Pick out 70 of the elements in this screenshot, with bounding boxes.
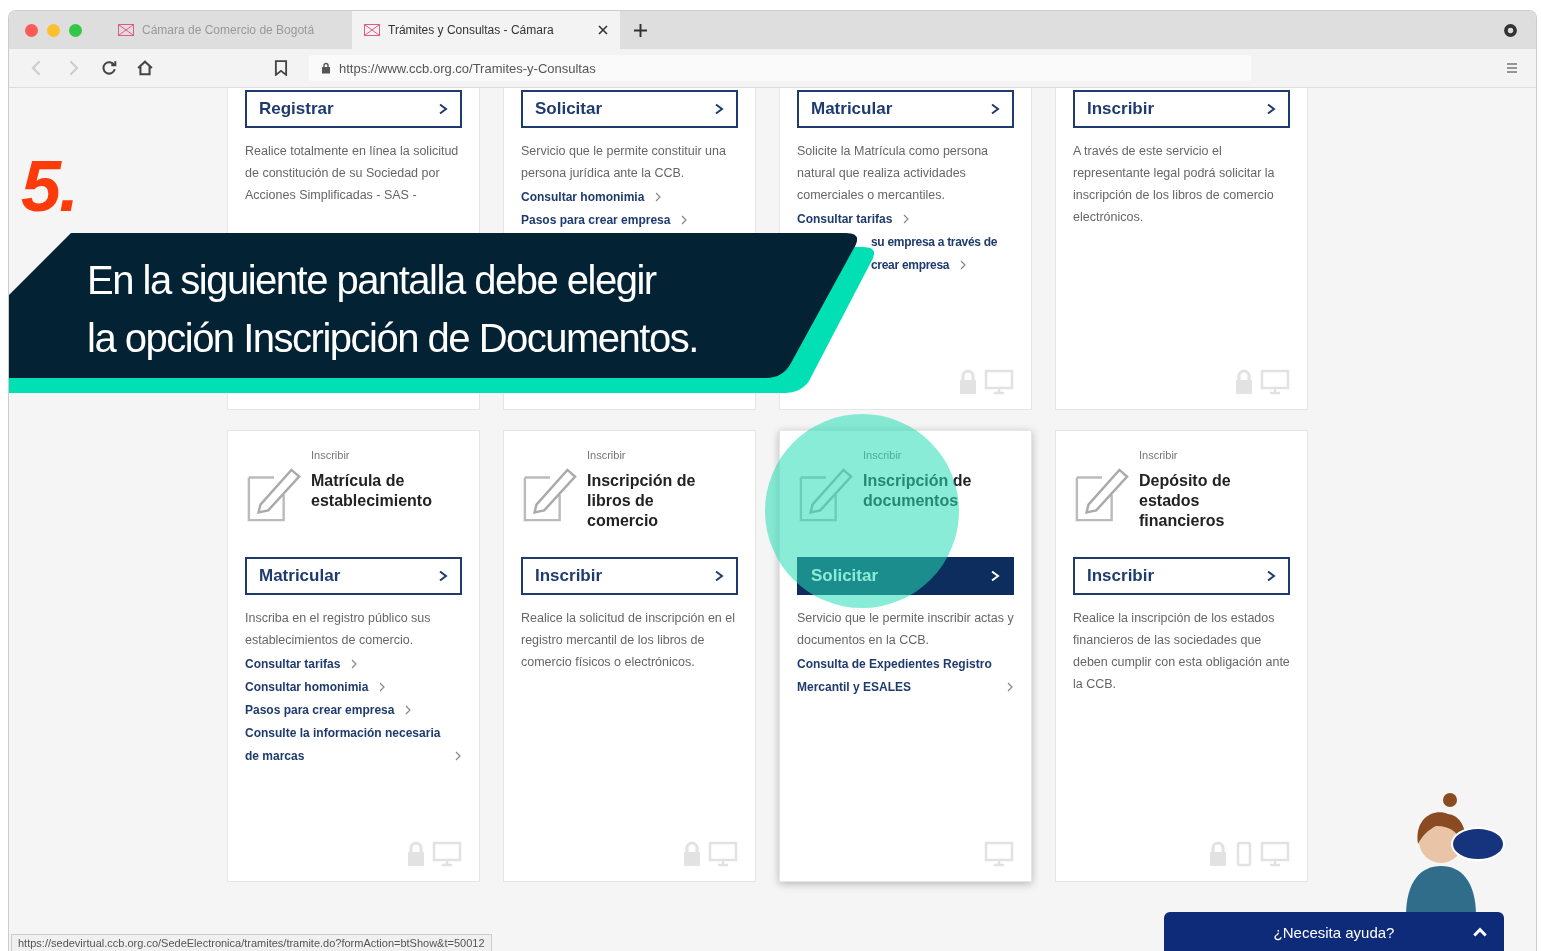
chevron-icon: [438, 103, 448, 115]
home-icon[interactable]: [137, 60, 153, 76]
chevron-icon: [714, 570, 724, 582]
service-category: Inscribir: [587, 449, 627, 461]
service-button[interactable]: Inscribir: [521, 557, 738, 595]
service-title: Depósito de estados financieros: [1139, 471, 1232, 531]
service-category: Inscribir: [1139, 449, 1179, 461]
chevron-icon: [714, 103, 724, 115]
service-link[interactable]: Consultar tarifas: [245, 653, 341, 676]
service-description: Realice totalmente en línea la solicitud de constitución de su Sociedad por Acciones Simplificadas - SAS -: [245, 143, 460, 204]
address-bar[interactable]: https://www.ccb.org.co/Tramites-y-Consultas: [309, 55, 1251, 81]
lock-icon: [321, 62, 331, 74]
service-button[interactable]: Inscribir: [1073, 90, 1290, 128]
service-button[interactable]: Registrar: [245, 90, 462, 128]
service-link[interactable]: Consultar tarifas: [797, 208, 893, 231]
monitor-icon: [984, 369, 1014, 395]
service-description: Solicite la Matrícula como persona natural que realiza actividades comerciales o mercantiles.: [797, 143, 990, 204]
chevron-icon: [1266, 570, 1276, 582]
browser-tab[interactable]: Trámites y Consultas - Cámara: [352, 11, 620, 49]
service-category: Inscribir: [311, 449, 351, 461]
bookmark-icon[interactable]: [273, 60, 289, 76]
service-description: Inscriba en el registro público sus establecimientos de comercio.: [245, 610, 432, 649]
service-category: Inscribir: [863, 449, 903, 461]
help-chat-button[interactable]: ¿Necesita ayuda?: [1164, 912, 1504, 951]
lock-icon: [958, 369, 978, 395]
service-link[interactable]: Consultar homonimia: [245, 676, 369, 699]
service-description: Realice la solicitud de inscripción en el registro mercantil de los libros de comercio físicos o electrónicos.: [521, 610, 736, 671]
lock-icon: [406, 841, 426, 867]
step-number: 5.: [21, 145, 78, 227]
service-title: Inscripción de libros de comercio: [587, 471, 697, 531]
service-link[interactable]: Consulte la información necesaria de marcas: [245, 722, 444, 768]
monitor-icon: [1260, 369, 1290, 395]
monitor-icon: [708, 841, 738, 867]
service-button[interactable]: Matricular: [245, 557, 462, 595]
tab-title: Trámites y Consultas - Cámara: [388, 23, 555, 37]
close-tab-icon[interactable]: [598, 25, 608, 35]
service-description: Servicio que le permite constituir una persona jurídica ante la CCB.: [521, 143, 727, 182]
lock-icon: [1234, 369, 1254, 395]
chevron-icon: [1266, 103, 1276, 115]
monitor-icon: [1260, 841, 1290, 867]
service-button[interactable]: Matricular: [797, 90, 1014, 128]
service-link[interactable]: Pasos para crear empresa: [521, 209, 671, 232]
status-bar-url: https://sedevirtual.ccb.org.co/SedeElectronica/tramites/tramite.do?formAction=btShow&t=50012: [11, 934, 492, 951]
service-title: Matrícula de establecimiento: [311, 471, 433, 511]
phone-icon: [1234, 841, 1254, 867]
circle-icon[interactable]: [1503, 23, 1518, 38]
banner-text: En la siguiente pantalla debe elegir la opción Inscripción de Documentos.: [87, 257, 698, 362]
service-button[interactable]: Solicitar: [521, 90, 738, 128]
chevron-icon: [990, 103, 1000, 115]
lock-icon: [1208, 841, 1228, 867]
service-link[interactable]: Consulta de Expedientes Registro Mercantil y ESALES: [797, 653, 996, 699]
service-link[interactable]: crear empresa: [871, 254, 950, 277]
service-title: Inscripción de documentos: [863, 471, 973, 511]
service-description: Servicio que le permite inscribir actas y documentos en la CCB.: [797, 610, 1014, 649]
service-link[interactable]: Consultar homonimia: [521, 186, 645, 209]
monitor-icon: [984, 841, 1014, 867]
chevron-icon: [990, 570, 1000, 582]
chevron-icon: [438, 570, 448, 582]
new-tab-icon[interactable]: [634, 23, 647, 37]
service-button[interactable]: Inscribir: [1073, 557, 1290, 595]
reload-icon[interactable]: [101, 60, 117, 76]
menu-icon[interactable]: [1506, 62, 1518, 74]
service-link[interactable]: Pasos para crear empresa: [245, 699, 395, 722]
caret-up-icon: [1472, 926, 1488, 938]
tab-title: Cámara de Comercio de Bogotá: [142, 23, 316, 37]
monitor-icon: [432, 841, 462, 867]
lock-icon: [682, 841, 702, 867]
service-link[interactable]: su empresa a través de: [871, 231, 998, 254]
service-description: Realice la inscripción de los estados financieros de las sociedades que deben cumplir con esta obligación ante la CCB.: [1073, 610, 1290, 693]
service-description: A través de este servicio el representante legal podrá solicitar la inscripción de los libros de comercio electrónicos.: [1073, 143, 1276, 226]
